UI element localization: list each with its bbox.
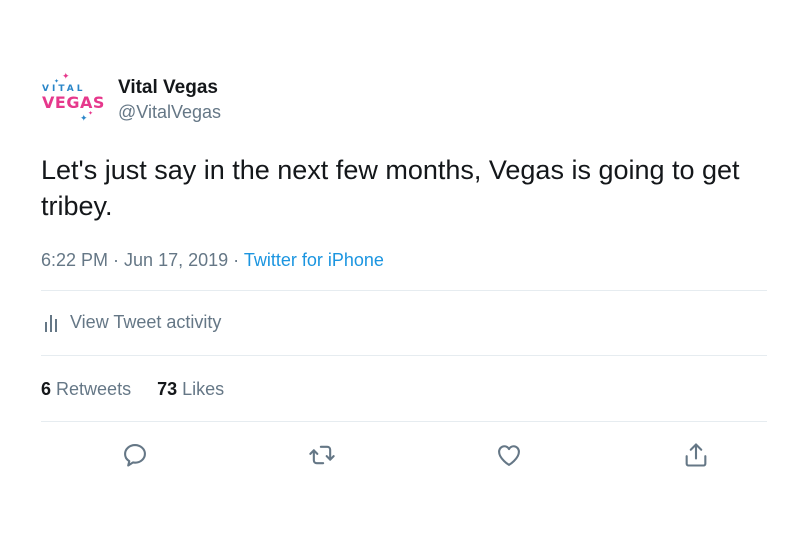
display-name[interactable]: Vital Vegas	[118, 77, 218, 99]
bar-chart-icon	[45, 314, 57, 332]
tweet-source-link[interactable]: Twitter for iPhone	[244, 250, 384, 270]
sparkle-icon: ✦	[88, 111, 94, 117]
likes-stat[interactable]: 73 Likes	[157, 379, 224, 400]
tweet-stats: 6 Retweets 73 Likes	[41, 379, 224, 400]
view-tweet-activity-link[interactable]: View Tweet activity	[44, 312, 221, 333]
share-icon	[685, 443, 707, 467]
avatar[interactable]: ✦ ✦ VITAL VEGAS ✦ ✦	[40, 70, 104, 130]
tweet-card: ✦ ✦ VITAL VEGAS ✦ ✦ Vital Vegas @VitalVe…	[0, 0, 800, 533]
meta-separator: ·	[108, 250, 125, 270]
retweets-label: Retweets	[56, 379, 132, 399]
retweet-icon	[309, 445, 335, 465]
reply-icon	[124, 444, 146, 467]
user-handle[interactable]: @VitalVegas	[118, 102, 221, 123]
logo-main-text: VEGAS	[42, 93, 105, 112]
divider	[41, 290, 767, 291]
retweet-button[interactable]	[307, 440, 337, 470]
retweets-stat[interactable]: 6 Retweets	[41, 379, 131, 400]
like-button[interactable]	[494, 440, 524, 470]
likes-label: Likes	[182, 379, 225, 399]
tweet-text: Let's just say in the next few months, V…	[41, 155, 740, 221]
share-button[interactable]	[681, 440, 711, 470]
tweet-time[interactable]: 6:22 PM	[41, 250, 108, 270]
retweets-count: 6	[41, 379, 52, 399]
divider	[41, 355, 767, 356]
activity-label: View Tweet activity	[70, 312, 222, 332]
likes-count: 73	[157, 379, 178, 399]
divider	[41, 421, 767, 422]
tweet-meta: 6:22 PM · Jun 17, 2019 · Twitter for iPh…	[41, 250, 384, 271]
heart-icon	[498, 445, 520, 466]
sparkle-icon: ✦	[80, 113, 88, 123]
tweet-date[interactable]: Jun 17, 2019	[124, 250, 228, 270]
meta-separator: ·	[228, 250, 244, 270]
sparkle-icon: ✦	[62, 71, 70, 81]
reply-button[interactable]	[120, 440, 150, 470]
